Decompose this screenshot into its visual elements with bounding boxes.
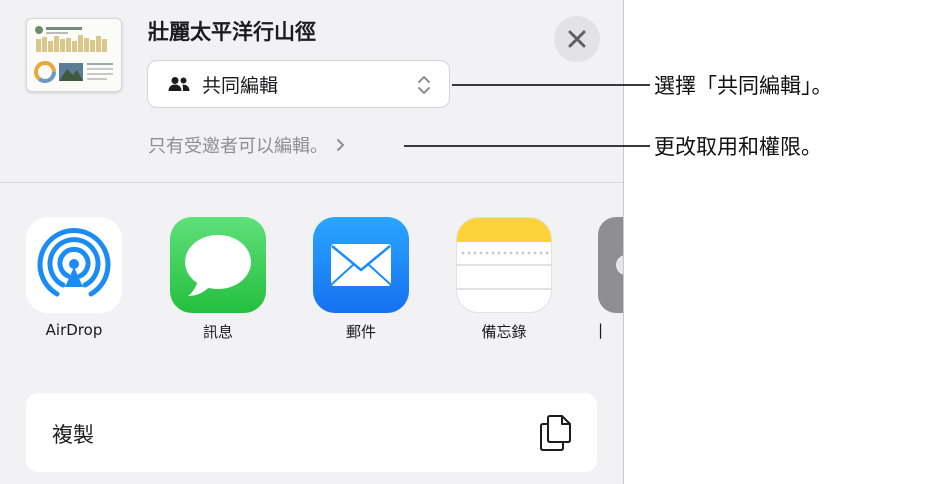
callout-permissions: 更改取用和權限。 — [654, 135, 822, 159]
app-mail[interactable]: 郵件 — [313, 217, 409, 342]
people-icon — [168, 77, 190, 91]
divider — [0, 182, 623, 183]
copy-label: 複製 — [52, 423, 94, 447]
close-button[interactable] — [554, 16, 600, 62]
airdrop-icon — [26, 217, 122, 313]
app-more-partial[interactable]: | — [598, 217, 623, 339]
callout-collaborate: 選擇「共同編輯」。 — [654, 74, 833, 98]
close-icon — [568, 30, 586, 48]
app-messages[interactable]: 訊息 — [170, 217, 266, 342]
access-permissions-link[interactable]: 只有受邀者可以編輯。 — [148, 132, 345, 158]
app-airdrop[interactable]: AirDrop — [26, 217, 122, 339]
mail-icon — [313, 217, 409, 313]
copy-icon — [540, 415, 571, 451]
document-title: 壯麗太平洋行山徑 — [148, 20, 316, 44]
access-note-text: 只有受邀者可以編輯。 — [148, 136, 328, 157]
document-thumbnail — [26, 18, 122, 92]
copy-action[interactable]: 複製 — [26, 393, 597, 472]
app-label-airdrop: AirDrop — [45, 321, 103, 339]
app-notes[interactable]: 備忘錄 — [456, 217, 552, 342]
app-label-notes: 備忘錄 — [481, 323, 527, 341]
callout-line-collaborate — [452, 84, 650, 86]
messages-icon — [170, 217, 266, 313]
chevron-up-down-icon — [418, 76, 430, 94]
collaboration-mode-select[interactable]: 共同編輯 — [147, 60, 450, 108]
callout-line-permissions — [404, 145, 650, 147]
app-label-mail: 郵件 — [345, 323, 376, 341]
collaboration-mode-label: 共同編輯 — [202, 74, 279, 97]
share-sheet: 壯麗太平洋行山徑 共同編輯 只有受邀者可以編輯。 AirDrop 訊息 郵件 備… — [0, 0, 624, 484]
app-partial-icon — [598, 217, 623, 313]
chevron-right-icon — [337, 139, 344, 151]
app-partial-label: | — [598, 321, 604, 339]
notes-icon — [456, 217, 552, 313]
app-label-messages: 訊息 — [202, 323, 233, 341]
